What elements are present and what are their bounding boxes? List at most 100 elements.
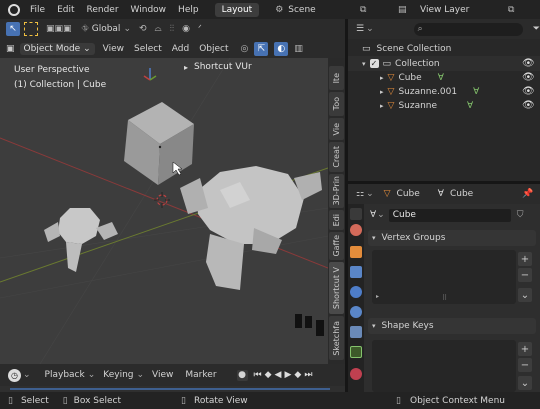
pivot-icon[interactable]: ⟲: [139, 24, 147, 34]
tab-layout[interactable]: Layout: [214, 2, 260, 17]
shape-key-specials-button[interactable]: ⌄: [518, 376, 532, 390]
list-resize-icon[interactable]: ⠿: [442, 294, 447, 302]
chevron-down-icon[interactable]: ⌄: [88, 370, 96, 380]
menu-view[interactable]: View: [152, 370, 173, 380]
particles-tab-icon[interactable]: [350, 286, 362, 298]
sidebar-tab-item[interactable]: Ite: [329, 66, 344, 90]
sidebar-tab-sketchfab[interactable]: Sketchfa: [329, 316, 344, 360]
chevron-down-icon[interactable]: ⌄: [23, 370, 31, 380]
modifier-tab-icon[interactable]: [350, 266, 362, 278]
chevron-down-icon[interactable]: ⌄: [377, 210, 385, 220]
render-tab-icon[interactable]: [350, 224, 362, 236]
timeline-scrollbar[interactable]: [10, 388, 330, 390]
mesh-icon[interactable]: ∀: [467, 101, 473, 111]
outliner-row-scene-collection[interactable]: ▭ Scene Collection: [348, 41, 540, 56]
transform-orientation-select[interactable]: Global: [92, 24, 121, 34]
mesh-icon[interactable]: ∀: [370, 210, 376, 220]
select-box-icon[interactable]: [24, 22, 38, 36]
remove-shape-key-button[interactable]: −: [518, 358, 532, 372]
chevron-down-icon[interactable]: ⌄: [366, 189, 374, 199]
mesh-name-field[interactable]: Cube: [388, 208, 511, 222]
outliner-search-input[interactable]: ⌕: [413, 22, 523, 36]
sidebar-tab-gaffer[interactable]: Gaffe: [329, 232, 344, 260]
mesh-data-tab-icon[interactable]: [350, 346, 362, 358]
mesh-icon[interactable]: ∀: [438, 73, 444, 83]
sidebar-tab-edit[interactable]: Edi: [329, 210, 344, 230]
sidebar-tab-view[interactable]: Vie: [329, 118, 344, 140]
material-tab-icon[interactable]: [350, 368, 362, 380]
tweak-tool-icon[interactable]: ↖: [6, 22, 20, 36]
vertex-groups-list[interactable]: ▸ ⠿: [372, 250, 516, 304]
3d-viewport[interactable]: User Perspective (1) Collection | Cube: [0, 58, 328, 364]
menu-view[interactable]: View: [103, 44, 124, 54]
view-layer-name[interactable]: View Layer: [420, 5, 469, 15]
eye-icon[interactable]: 👁: [522, 100, 535, 111]
menu-help[interactable]: Help: [178, 5, 199, 15]
menu-render[interactable]: Render: [87, 5, 119, 15]
chevron-down-icon[interactable]: ⌄: [366, 24, 374, 34]
chevron-down-icon[interactable]: ⌄: [123, 24, 131, 34]
view-layer-browse-icon[interactable]: ⧉: [508, 5, 514, 15]
menu-window[interactable]: Window: [131, 5, 167, 15]
add-shape-key-button[interactable]: +: [518, 342, 532, 356]
chevron-down-icon[interactable]: ⌄: [137, 370, 145, 380]
tool-tab-icon[interactable]: [350, 208, 362, 220]
filter-icon[interactable]: ⏷: [533, 24, 540, 34]
panel-collapse-icon[interactable]: ▸: [184, 63, 188, 72]
menu-file[interactable]: File: [30, 5, 45, 15]
sidebar-tab-shortcut-vur[interactable]: Shortcut V: [329, 262, 344, 314]
eye-icon[interactable]: 👁: [522, 86, 535, 97]
xray-icon[interactable]: ▥: [294, 44, 303, 54]
sidebar-tab-tool[interactable]: Too: [329, 92, 344, 116]
outliner-editor-icon[interactable]: ☰: [356, 24, 364, 34]
checkbox-icon[interactable]: ✓: [369, 59, 379, 68]
overlay-icon[interactable]: ◐: [274, 41, 289, 56]
menu-add[interactable]: Add: [172, 44, 189, 54]
panel-shape-keys[interactable]: ▾ Shape Keys: [368, 318, 536, 334]
scene-name[interactable]: Scene: [288, 5, 315, 15]
snap-target-icon[interactable]: ⫶⫶: [170, 24, 175, 34]
menu-select[interactable]: Select: [134, 44, 162, 54]
mode-select[interactable]: Object Mode ⌄: [19, 42, 95, 55]
outliner-row-object[interactable]: ▸ ▽ Suzanne.001 ∀ 👁: [348, 84, 540, 99]
add-vertex-group-button[interactable]: +: [518, 252, 532, 266]
fake-user-shield-icon[interactable]: ⛉: [517, 210, 524, 220]
play-reverse-icon[interactable]: ◀: [275, 370, 282, 380]
eye-icon[interactable]: 👁: [522, 72, 535, 83]
proportional-falloff-icon[interactable]: ᐟ: [198, 24, 202, 34]
select-mode-icons[interactable]: ▣▣▣: [46, 24, 72, 34]
menu-playback[interactable]: Playback: [45, 370, 85, 380]
sidebar-tab-create[interactable]: Creat: [329, 142, 344, 172]
editor-type-icon[interactable]: ▣: [6, 44, 15, 54]
play-icon[interactable]: ▶: [284, 370, 291, 380]
mesh-icon[interactable]: ∀: [473, 87, 479, 97]
menu-object[interactable]: Object: [199, 44, 228, 54]
list-expand-icon[interactable]: ▸: [376, 293, 379, 300]
scene-browse-icon[interactable]: ⧉: [360, 5, 366, 15]
panel-vertex-groups[interactable]: ▾ Vertex Groups: [368, 230, 536, 246]
expand-arrow-icon[interactable]: ▾: [362, 60, 366, 68]
blender-logo-icon[interactable]: [8, 3, 20, 16]
constraints-tab-icon[interactable]: [350, 326, 362, 338]
menu-keying[interactable]: Keying: [103, 370, 133, 380]
physics-tab-icon[interactable]: [350, 306, 362, 318]
expand-arrow-icon[interactable]: ▸: [380, 88, 384, 96]
outliner-row-object[interactable]: ▸ ▽ Cube ∀ 👁: [348, 70, 540, 85]
prev-keyframe-icon[interactable]: ◆: [265, 370, 272, 380]
eye-icon[interactable]: 👁: [522, 58, 535, 69]
sidebar-tab-3d-print[interactable]: 3D-Prin: [329, 174, 344, 208]
outliner-row-collection[interactable]: ▾ ✓ ▭ Collection 👁: [348, 56, 540, 71]
expand-arrow-icon[interactable]: ▸: [380, 74, 384, 82]
vertex-group-specials-button[interactable]: ⌄: [518, 288, 532, 302]
jump-end-icon[interactable]: ⏭: [304, 370, 312, 380]
shortcut-panel-header[interactable]: ▸ Shortcut VUr: [184, 58, 324, 76]
pin-icon[interactable]: 📌: [522, 189, 533, 199]
jump-start-icon[interactable]: ⏮: [254, 370, 262, 380]
visibility-icon[interactable]: ◎: [241, 44, 249, 54]
remove-vertex-group-button[interactable]: −: [518, 268, 532, 282]
object-tab-icon[interactable]: [350, 246, 362, 258]
outliner-row-object[interactable]: ▸ ▽ Suzanne ∀ 👁: [348, 98, 540, 113]
proportional-edit-icon[interactable]: ◉: [182, 24, 190, 34]
properties-editor-icon[interactable]: ⚏: [356, 189, 364, 199]
navigation-gizmo[interactable]: [143, 66, 157, 82]
